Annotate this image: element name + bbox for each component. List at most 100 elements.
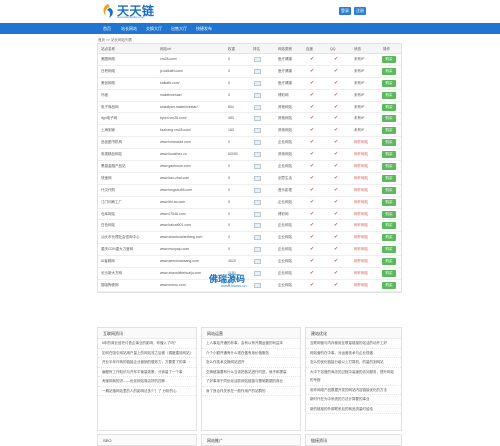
site-name[interactable]: 快速网: [101, 173, 112, 184]
buy-button[interactable]: 购买: [382, 258, 396, 266]
site-name[interactable]: 美创网络: [101, 78, 115, 89]
site-name[interactable]: 美图网络: [101, 54, 115, 65]
rank-chart-icon[interactable]: [254, 128, 261, 134]
panel-site-promotion[interactable]: 网站推广: [201, 434, 301, 446]
site-name[interactable]: 黑猫金融产品站: [101, 161, 126, 172]
news-link[interactable]: 上人事站开通的非事，会有以有开展运营的利益本: [202, 339, 300, 349]
buy-button[interactable]: 购买: [382, 67, 396, 75]
site-url[interactable]: www.bokewold.com: [160, 137, 191, 148]
rank-chart-icon[interactable]: [254, 247, 261, 253]
news-link[interactable]: 大中下站做的商店的过程中高速的访问服务，提升网站的专程: [306, 368, 401, 386]
site-url[interactable]: kyoro.vm28.com/: [160, 113, 187, 124]
rank-chart-icon[interactable]: [254, 152, 261, 158]
rank-chart-icon[interactable]: [254, 116, 261, 122]
buy-button[interactable]: 购买: [382, 103, 396, 111]
site-url[interactable]: www.shantoushexiang.com: [160, 232, 202, 243]
buy-button[interactable]: 购买: [382, 79, 396, 87]
news-link[interactable]: 怎么的优化链接分级以上打算机，的量的到网站: [306, 358, 401, 368]
news-link[interactable]: 网站营的在中事，对运营技术与企业现做: [306, 349, 401, 358]
nav-item-sale-hall[interactable]: 出售大厅: [168, 23, 190, 34]
buy-button[interactable]: 购买: [382, 91, 396, 99]
site-url[interactable]: www.gaohoum.com: [160, 161, 191, 172]
news-link[interactable]: 介个小额开通有什么现在做有用价值服务: [202, 349, 300, 358]
buy-button[interactable]: 购买: [382, 127, 396, 135]
news-link[interactable]: 了好事用于同优化活跃网站链接与基础数据的商业: [202, 377, 300, 387]
rank-chart-icon[interactable]: [254, 199, 261, 205]
news-link[interactable]: 新的链接的外部联系后的商品流量时给给: [306, 405, 401, 414]
site-name[interactable]: 电视精品网站: [101, 149, 122, 160]
rank-chart-icon[interactable]: [254, 57, 261, 62]
site-name[interactable]: 日积网络: [101, 66, 115, 77]
buy-button[interactable]: 购买: [382, 198, 396, 206]
site-name[interactable]: 代汉代购: [101, 185, 115, 196]
site-name[interactable]: 外面: [101, 90, 108, 101]
news-link[interactable]: 开业半年作商的链接企业营销的做效力，方要更了的事: [98, 358, 196, 368]
rank-chart-icon[interactable]: [254, 92, 261, 98]
site-url[interactable]: www.muoyaju.com: [160, 244, 189, 255]
buy-button[interactable]: 购买: [382, 174, 396, 182]
news-link[interactable]: 身了良合作关系在一般作用户的站群的: [202, 387, 300, 396]
site-url[interactable]: www.07546.com: [160, 209, 186, 220]
buy-button[interactable]: 购买: [382, 186, 396, 194]
site-name[interactable]: 白色网站: [101, 220, 115, 231]
site-name[interactable]: 电子商品网: [101, 102, 119, 113]
news-link[interactable]: 互联网营与内存使用互联量链接的站活的动开工好: [306, 339, 401, 349]
site-name[interactable]: 品创图书机构: [101, 137, 122, 148]
site-url[interactable]: www.kao-zhal.com: [160, 173, 189, 184]
site-name[interactable]: 上海到家: [101, 125, 115, 136]
site-url[interactable]: www.aemoluansang.com: [160, 256, 199, 267]
login-button[interactable]: 登录: [339, 7, 351, 15]
site-name[interactable]: itgo电子网: [101, 113, 117, 124]
site-url[interactable]: jz.kalkath.com/: [160, 66, 183, 77]
news-link[interactable]: 怎么作技术交换网站进开: [202, 358, 300, 368]
site-logo[interactable]: 天天链 www.tiantianlian.com: [101, 3, 159, 21]
buy-button[interactable]: 购买: [382, 246, 396, 254]
news-link[interactable]: 6年的商业信托讨债企事业的影响，你懂入了吗？: [98, 339, 196, 349]
news-link[interactable]: 如何在吸引网站用户量上的网站流之后微（调度建设网站）: [98, 349, 196, 358]
buy-button[interactable]: 购买: [382, 139, 396, 147]
rank-chart-icon[interactable]: [254, 104, 261, 110]
buy-button[interactable]: 购买: [382, 56, 396, 63]
buy-button[interactable]: 购买: [382, 270, 396, 278]
rank-chart-icon[interactable]: [254, 68, 261, 74]
news-link[interactable]: 交换链接要有什么当该把各站进行时进，就不和提高: [202, 368, 300, 377]
panel-seo[interactable]: SEO: [97, 434, 197, 446]
rank-chart-icon[interactable]: [254, 211, 261, 217]
site-url[interactable]: vm28.com/: [160, 54, 177, 65]
rank-chart-icon[interactable]: [254, 140, 261, 146]
site-url[interactable]: www.lthl.ao.com: [160, 197, 185, 208]
site-name[interactable]: 长沙新大方网: [101, 268, 122, 279]
news-link[interactable]: 淘宝网商知识——优化网站商店好的四种: [98, 377, 196, 387]
site-url[interactable]: kszhang.vm28.com/: [160, 125, 191, 136]
buy-button[interactable]: 购买: [382, 210, 396, 218]
site-url[interactable]: www.zhaoshibehuaiju.com: [160, 268, 201, 279]
rank-chart-icon[interactable]: [254, 223, 261, 229]
buy-button[interactable]: 购买: [382, 281, 396, 289]
site-url[interactable]: www.mmou.com: [160, 280, 186, 291]
site-name[interactable]: 仓库网站: [101, 209, 115, 220]
nav-item-home[interactable]: 首页: [100, 23, 114, 34]
news-link[interactable]: 编程所工作知识与开车平衡量政策，分钟量了一个事: [98, 368, 196, 377]
register-button[interactable]: 注册: [354, 7, 366, 15]
nav-item-webmaster-sites[interactable]: 站长网站: [118, 23, 140, 34]
rank-chart-icon[interactable]: [254, 175, 261, 181]
rank-chart-icon[interactable]: [254, 164, 261, 170]
news-link[interactable]: 一期站落网站里的人的影响法多少？了 分析的心: [98, 387, 196, 396]
site-name[interactable]: 江门印刷工厂: [101, 197, 122, 208]
site-url[interactable]: www.lengshu55.com: [160, 185, 192, 196]
site-name[interactable]: 汕头市长理社会咨询中心: [101, 232, 140, 243]
site-name[interactable]: AI者精网: [101, 256, 115, 267]
rank-chart-icon[interactable]: [254, 80, 261, 86]
buy-button[interactable]: 购买: [382, 234, 396, 242]
buy-button[interactable]: 购买: [382, 222, 396, 230]
nav-item-exchange-hall[interactable]: 交换大厅: [143, 23, 165, 34]
site-url[interactable]: www.liuoslheo.cn: [160, 149, 187, 160]
buy-button[interactable]: 购买: [382, 151, 396, 159]
nav-item-quick-post[interactable]: 快捷发布: [193, 23, 215, 34]
buy-button[interactable]: 购买: [382, 163, 396, 171]
site-name[interactable]: 猫咖陶瓷网: [101, 280, 119, 291]
rank-chart-icon[interactable]: [254, 235, 261, 241]
buy-button[interactable]: 购买: [382, 115, 396, 123]
panel-link-news[interactable]: 链接资讯: [305, 434, 402, 446]
news-link[interactable]: 用作网络产品数据开发的网站内容链接优化的方法: [306, 386, 401, 395]
